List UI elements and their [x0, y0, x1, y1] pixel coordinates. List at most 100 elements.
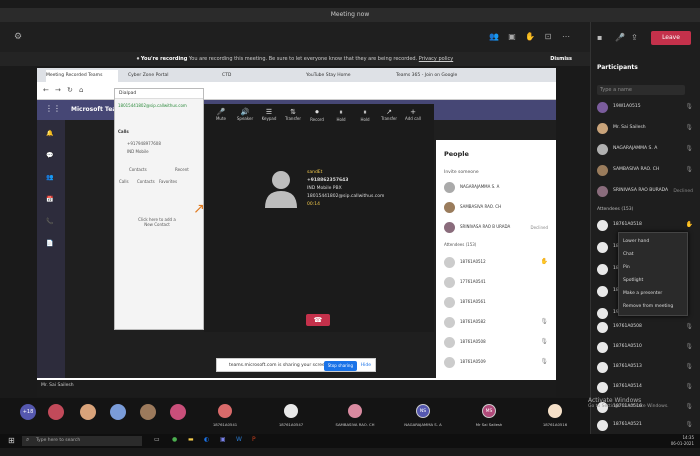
transfer-icon[interactable]: ⇅ — [282, 108, 304, 116]
video-tile[interactable]: 18761A0547 — [266, 400, 316, 430]
browser-tab[interactable]: Meeting Recorded Teams — [46, 70, 118, 82]
menu-item-spotlight[interactable]: Spotlight — [623, 278, 643, 283]
raise-hand-icon[interactable]: ✋ — [524, 32, 536, 42]
rooms-icon[interactable]: ⊡ — [542, 32, 554, 42]
participant-row[interactable]: 18761A0510 🎙 — [597, 340, 695, 356]
chat-icon[interactable]: ▣ — [506, 32, 518, 42]
edge-icon[interactable]: ◐ — [204, 436, 209, 443]
chrome-icon[interactable]: ● — [172, 436, 177, 443]
menu-item-chat[interactable]: Chat — [623, 252, 634, 257]
word-icon[interactable]: W — [236, 436, 242, 443]
participant-row[interactable]: 18761A0513 🎙 — [597, 360, 695, 376]
participant-row[interactable]: NAGARAJAMMA S. A 🎙 — [597, 142, 695, 158]
forward-icon[interactable]: → — [55, 86, 61, 94]
people-row[interactable]: SRINIVASA RAO B URADA Declined — [444, 220, 554, 236]
people-row[interactable]: 18761A0512 ✋ — [444, 255, 554, 271]
subtab-favorites[interactable]: Favorites — [159, 179, 177, 184]
more-actions-icon[interactable]: ⋯ — [560, 32, 572, 42]
invite-input[interactable]: Invite someone — [444, 170, 479, 175]
settings-icon[interactable]: ⚙ — [14, 32, 22, 42]
file-explorer-icon[interactable]: ▬ — [188, 436, 194, 443]
mic-icon[interactable]: 🎤 — [615, 33, 625, 42]
teams-icon[interactable]: ▣ — [220, 436, 226, 443]
calls-icon[interactable]: 📞 — [46, 218, 56, 226]
menu-item-make-presenter[interactable]: Make a presenter — [623, 291, 662, 296]
people-row[interactable]: 18761A0561 — [444, 295, 554, 311]
windows-start-icon[interactable]: ⊞ — [8, 436, 15, 445]
participant-row[interactable]: SAMBASIVA RAO. CH 🎙 — [597, 163, 695, 179]
add-call-icon[interactable]: + — [402, 108, 424, 116]
home-icon[interactable]: ⌂ — [79, 86, 83, 94]
mute-icon[interactable]: 🎤 — [210, 108, 232, 116]
menu-item-remove[interactable]: Remove from meeting — [623, 304, 673, 309]
participant-row[interactable]: Mr. Sai Sailesh 🎙 — [597, 121, 695, 137]
leave-button[interactable]: Leave — [651, 31, 691, 45]
browser-tab[interactable]: Cyber Zone Portal — [128, 70, 190, 82]
hide-button[interactable]: Hide — [361, 359, 371, 373]
tab-recent[interactable]: Recent — [175, 167, 189, 172]
camera-icon[interactable]: ▪ — [597, 33, 602, 42]
calendar-icon[interactable]: 📅 — [46, 196, 56, 204]
people-icon[interactable]: 👥 — [488, 32, 500, 42]
teams-icon[interactable]: 👥 — [46, 174, 56, 182]
participant-row[interactable]: 18761A0514 🎙 — [597, 380, 695, 396]
files-icon[interactable]: 📄 — [46, 240, 56, 248]
menu-item-lower-hand[interactable]: Lower hand — [623, 239, 649, 244]
call-duration: 00:14 — [307, 202, 320, 207]
avatar[interactable] — [80, 404, 96, 420]
browser-tab[interactable]: YouTube Stay Home — [306, 70, 376, 82]
participant-row[interactable]: SRINIVASA RAO BURADA Declined — [597, 184, 695, 200]
system-clock[interactable]: 14:35 06-01-2021 — [671, 435, 694, 447]
participant-row[interactable]: 19W1A0515 🎙 — [597, 100, 695, 116]
tab-contacts[interactable]: Contacts — [129, 167, 147, 172]
hold-icon[interactable]: ⏸ — [330, 108, 352, 117]
powerpoint-icon[interactable]: P — [252, 436, 256, 443]
avatar[interactable] — [140, 404, 156, 420]
subtab-calls[interactable]: Calls — [119, 179, 129, 184]
end-call-button[interactable]: ☎ — [306, 314, 330, 326]
people-row[interactable]: 18761A0582 🎙 — [444, 315, 554, 331]
dismiss-button[interactable]: Dismiss — [550, 52, 572, 66]
avatar — [444, 257, 455, 268]
share-icon[interactable]: ⇪ — [631, 33, 638, 42]
people-row[interactable]: SAMBASIVA RAO. CH — [444, 200, 554, 216]
people-row[interactable]: NAGARAJAMMA S. A — [444, 180, 554, 196]
hold-icon[interactable]: ⏸ — [354, 108, 376, 117]
clock-date: 06-01-2021 — [670, 441, 694, 446]
avatar[interactable] — [48, 404, 64, 420]
browser-tab[interactable]: CTD — [222, 70, 282, 82]
stop-sharing-button[interactable]: Stop sharing — [323, 361, 357, 371]
video-tile[interactable]: 18761A0516 — [530, 400, 580, 430]
people-row[interactable]: 18761A0508 🎙 — [444, 335, 554, 351]
people-row[interactable]: 17761A0541 — [444, 275, 554, 291]
keypad-icon[interactable]: ☰ — [258, 108, 280, 116]
speaker-icon[interactable]: 🔊 — [234, 108, 256, 116]
back-icon[interactable]: ← — [43, 86, 49, 94]
call-contact-name[interactable]: +917948977608 — [127, 141, 161, 146]
overflow-count[interactable]: +18 — [20, 404, 36, 420]
transfer-icon[interactable]: ↗ — [378, 108, 400, 116]
record-icon[interactable]: ⏺ — [306, 108, 328, 117]
video-tile[interactable]: SAMBASIVA RAO. CH — [330, 400, 380, 430]
avatar — [444, 357, 455, 368]
participant-row[interactable]: 19761A0508 🎙 — [597, 320, 695, 336]
privacy-policy-link[interactable]: Privacy policy — [419, 56, 453, 62]
chat-icon[interactable]: 💬 — [46, 152, 56, 160]
video-tile[interactable]: 18761A0541 — [200, 400, 250, 430]
taskbar-search-input[interactable]: Type here to search — [22, 436, 142, 446]
video-tile[interactable]: NS NAGARAJAMMA S. A — [398, 400, 448, 430]
video-tile[interactable]: MS Mr Sai Sailesh — [464, 400, 514, 430]
reload-icon[interactable]: ↻ — [67, 86, 73, 94]
subtab-contacts[interactable]: Contacts — [137, 179, 155, 184]
people-row[interactable]: 18761A0509 🎙 — [444, 355, 554, 371]
add-contact-hint[interactable]: Click here to add a New Contact — [137, 217, 177, 227]
browser-tab[interactable]: Teams 365 - Join on Google — [396, 70, 468, 82]
participant-row[interactable]: 18761A0521 🎙 — [597, 418, 695, 434]
task-view-icon[interactable]: ▭ — [154, 436, 160, 443]
activity-icon[interactable]: 🔔 — [46, 130, 56, 138]
apps-grid-icon[interactable]: ⋮⋮ — [45, 104, 61, 113]
avatar[interactable] — [110, 404, 126, 420]
menu-item-pin[interactable]: Pin — [623, 265, 630, 270]
avatar[interactable] — [170, 404, 186, 420]
participants-search-input[interactable]: Type a name — [597, 85, 685, 95]
